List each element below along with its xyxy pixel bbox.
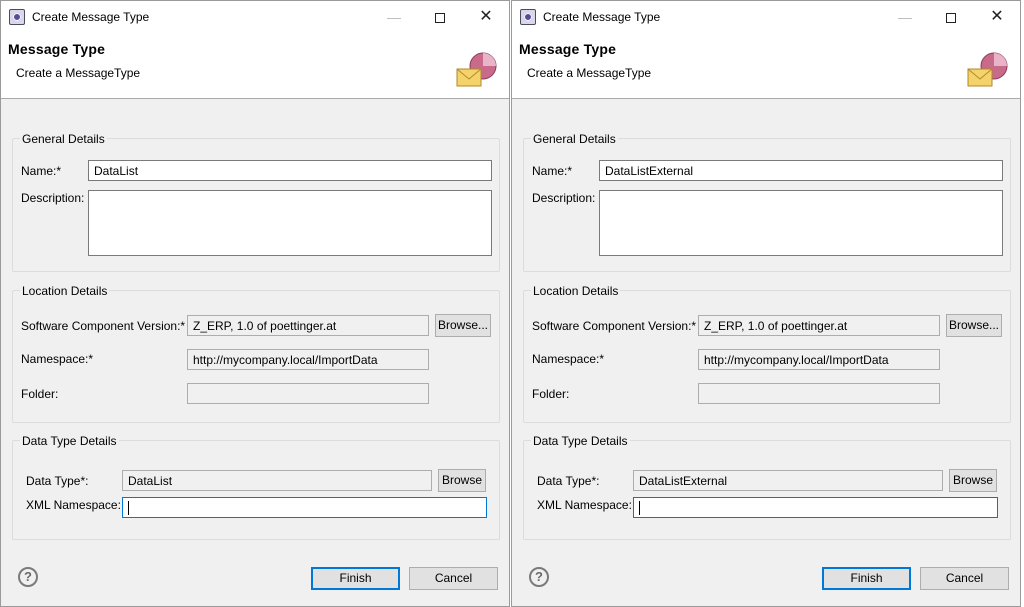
text-caret — [128, 501, 129, 515]
xml-namespace-input[interactable] — [122, 497, 487, 518]
app-gear-icon — [520, 9, 536, 25]
general-details-legend: General Details — [20, 132, 107, 146]
name-label: Name:* — [532, 164, 573, 178]
browse-data-type-button[interactable]: Browse — [949, 469, 997, 492]
message-envelope-icon — [456, 52, 497, 87]
software-component-version-label: Software Component Version:* — [21, 319, 186, 333]
software-component-version-label: Software Component Version:* — [532, 319, 697, 333]
namespace-label: Namespace:* — [532, 352, 605, 366]
data-type-field[interactable]: DataList — [122, 470, 432, 491]
xml-namespace-label: XML Namespace: — [537, 498, 632, 512]
title-bar[interactable]: Create Message Type — ✕ — [512, 1, 1020, 33]
description-label: Description: — [532, 191, 596, 205]
folder-label: Folder: — [532, 387, 570, 401]
app-gear-icon — [9, 9, 25, 25]
create-message-type-dialog-left: Create Message Type — ✕ Message Type Cre… — [0, 0, 510, 607]
xml-namespace-label: XML Namespace: — [26, 498, 121, 512]
data-type-label: Data Type*: — [537, 474, 600, 488]
software-component-version-field[interactable]: Z_ERP, 1.0 of poettinger.at — [187, 315, 429, 336]
namespace-field[interactable]: http://mycompany.local/ImportData — [698, 349, 940, 370]
folder-field[interactable] — [698, 383, 940, 404]
folder-label: Folder: — [21, 387, 59, 401]
finish-button[interactable]: Finish — [311, 567, 400, 590]
banner-subtitle: Create a MessageType — [527, 66, 652, 80]
wizard-banner: Message Type Create a MessageType — [1, 33, 509, 99]
help-icon[interactable]: ? — [529, 567, 549, 587]
maximize-button[interactable] — [417, 1, 463, 33]
maximize-button[interactable] — [928, 1, 974, 33]
general-details-legend: General Details — [531, 132, 618, 146]
data-type-details-legend: Data Type Details — [531, 434, 630, 448]
title-bar[interactable]: Create Message Type — ✕ — [1, 1, 509, 33]
data-type-field[interactable]: DataListExternal — [633, 470, 943, 491]
maximize-icon — [435, 13, 445, 24]
banner-title: Message Type — [519, 41, 617, 57]
window-title: Create Message Type — [32, 10, 150, 24]
folder-field[interactable] — [187, 383, 429, 404]
help-icon[interactable]: ? — [18, 567, 38, 587]
xml-namespace-input[interactable] — [633, 497, 998, 518]
location-details-legend: Location Details — [531, 284, 621, 298]
description-textarea[interactable] — [88, 190, 492, 256]
data-type-details-legend: Data Type Details — [20, 434, 119, 448]
cancel-button[interactable]: Cancel — [409, 567, 498, 590]
name-input[interactable]: DataListExternal — [599, 160, 1003, 181]
namespace-field[interactable]: http://mycompany.local/ImportData — [187, 349, 429, 370]
description-label: Description: — [21, 191, 85, 205]
browse-data-type-button[interactable]: Browse — [438, 469, 486, 492]
cancel-button[interactable]: Cancel — [920, 567, 1009, 590]
namespace-label: Namespace:* — [21, 352, 94, 366]
close-button[interactable]: ✕ — [974, 1, 1020, 33]
location-details-legend: Location Details — [20, 284, 110, 298]
message-envelope-icon — [967, 52, 1008, 87]
wizard-banner: Message Type Create a MessageType — [512, 33, 1020, 99]
browse-swcv-button[interactable]: Browse... — [946, 314, 1002, 337]
banner-title: Message Type — [8, 41, 106, 57]
browse-swcv-button[interactable]: Browse... — [435, 314, 491, 337]
data-type-label: Data Type*: — [26, 474, 89, 488]
finish-button[interactable]: Finish — [822, 567, 911, 590]
banner-subtitle: Create a MessageType — [16, 66, 141, 80]
software-component-version-field[interactable]: Z_ERP, 1.0 of poettinger.at — [698, 315, 940, 336]
close-button[interactable]: ✕ — [463, 1, 509, 33]
text-caret — [639, 501, 640, 515]
description-textarea[interactable] — [599, 190, 1003, 256]
maximize-icon — [946, 13, 956, 24]
window-title: Create Message Type — [543, 10, 661, 24]
minimize-button[interactable]: — — [371, 1, 417, 33]
name-label: Name:* — [21, 164, 62, 178]
name-input[interactable]: DataList — [88, 160, 492, 181]
create-message-type-dialog-right: Create Message Type — ✕ Message Type Cre… — [511, 0, 1021, 607]
minimize-button[interactable]: — — [882, 1, 928, 33]
